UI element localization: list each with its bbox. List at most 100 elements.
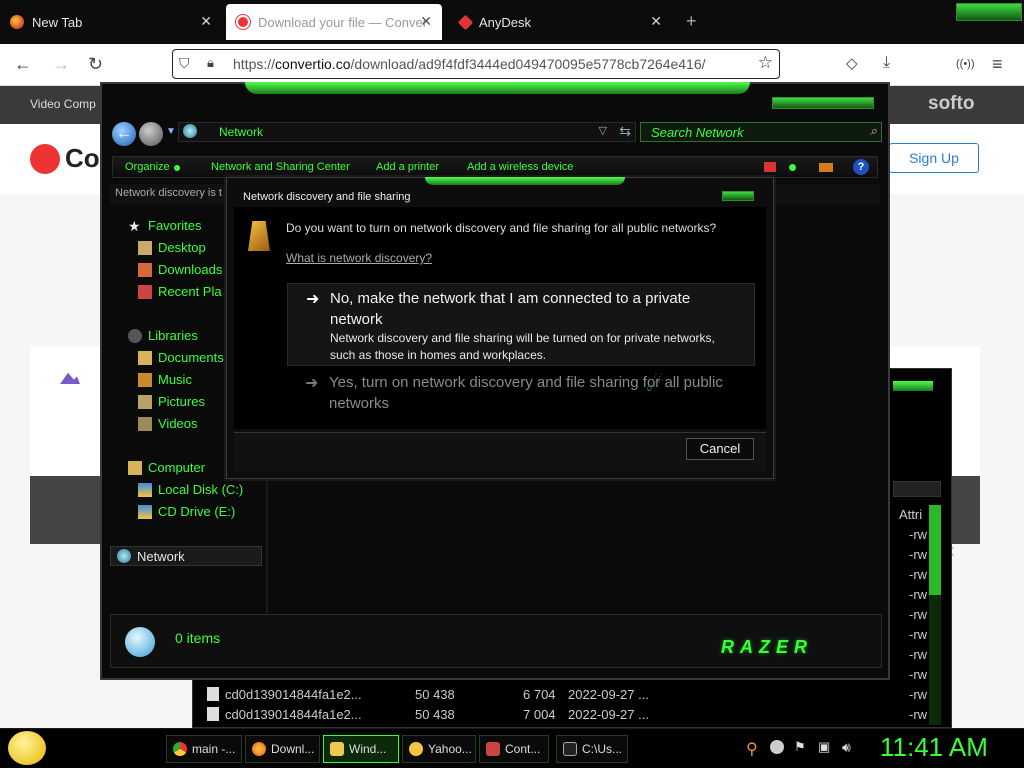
pictures-icon xyxy=(138,394,152,409)
taskbar-item-chrome[interactable]: main -... xyxy=(166,735,242,763)
view-dropdown[interactable] xyxy=(893,481,941,497)
help-link[interactable]: What is network discovery? xyxy=(286,251,432,265)
window-controls[interactable] xyxy=(893,381,933,391)
window-controls[interactable] xyxy=(772,97,874,109)
dropdown-dot-icon xyxy=(174,165,180,171)
chevron-down-icon[interactable]: ▽ xyxy=(599,124,607,137)
search-icon[interactable]: ⚲ xyxy=(746,739,758,759)
nav-local-disk[interactable]: Local Disk (C:) xyxy=(138,482,243,497)
search-icon[interactable]: ⌕ xyxy=(870,123,877,139)
details-pane: 0 items RAZER xyxy=(110,614,882,668)
nav-desktop[interactable]: Desktop xyxy=(138,240,206,255)
nav-network[interactable]: Network xyxy=(110,546,262,566)
nav-libraries[interactable]: Libraries xyxy=(128,328,198,343)
view-icon[interactable] xyxy=(764,162,776,172)
attr-cell: -rw xyxy=(909,547,928,562)
back-arrow-icon[interactable]: ← xyxy=(112,122,136,146)
option-title: No, make the network that I am connected… xyxy=(330,290,691,328)
file-icon xyxy=(207,687,219,701)
tab-new-tab[interactable]: New Tab ✕ xyxy=(0,4,222,40)
clock[interactable]: 11:41 AM xyxy=(880,732,988,763)
organize-menu[interactable]: Organize xyxy=(125,161,170,173)
attr-cell: -rw xyxy=(909,567,928,582)
network-tray-icon[interactable]: ▣ xyxy=(818,739,830,755)
tab-anydesk[interactable]: AnyDesk ✕ xyxy=(450,4,672,40)
address-bar[interactable]: Network ▽ ⇆ xyxy=(178,122,636,142)
nav-cd-drive[interactable]: CD Drive (E:) xyxy=(138,504,235,519)
shield-icon[interactable]: ⛉ xyxy=(179,55,190,72)
window-trim xyxy=(245,82,750,94)
taskbar-item-control-panel[interactable]: Cont... xyxy=(479,735,549,763)
pocket-icon[interactable]: ◇ xyxy=(846,54,858,72)
taskbar-item-explorer[interactable]: Wind... xyxy=(323,735,399,763)
table-row[interactable]: cd0d139014844fa1e2... 50 438 7 004 2022-… xyxy=(205,707,905,725)
tab-convertio[interactable]: Download your file — Convertio ✕ xyxy=(226,4,442,40)
nav-favorites[interactable]: ★ Favorites xyxy=(128,218,201,233)
nav-label: Pictures xyxy=(158,394,205,409)
lock-icon[interactable]: 🔒︎ xyxy=(207,55,214,71)
extension-icon[interactable]: ((•)) xyxy=(956,58,975,70)
start-button[interactable] xyxy=(8,731,46,765)
close-button[interactable] xyxy=(722,191,754,201)
anydesk-icon xyxy=(457,14,474,30)
add-printer-button[interactable]: Add a printer xyxy=(376,161,439,173)
table-row[interactable]: cd0d139014844fa1e2... 50 438 6 704 2022-… xyxy=(205,687,905,705)
nav-recent-places[interactable]: Recent Pla xyxy=(138,284,222,299)
search-input[interactable]: Search Network ⌕ xyxy=(640,122,882,142)
nav-computer[interactable]: Computer xyxy=(128,460,205,475)
preview-pane-icon[interactable] xyxy=(819,163,833,172)
dialog-question: Do you want to turn on network discovery… xyxy=(286,221,717,235)
flag-icon[interactable]: ⚑ xyxy=(794,739,806,755)
cancel-button[interactable]: Cancel xyxy=(686,438,754,460)
nav-documents[interactable]: Documents xyxy=(138,350,224,365)
nav-downloads[interactable]: Downloads xyxy=(138,262,222,277)
site-topbar-text: Video Comp xyxy=(30,97,96,111)
option-title: Yes, turn on network discovery and file … xyxy=(329,374,723,412)
help-icon[interactable]: ? xyxy=(853,159,869,175)
refresh-icon[interactable]: ⇆ xyxy=(619,123,631,140)
volume-icon[interactable]: 🔊︎ xyxy=(842,739,851,756)
razer-logo: RAZER xyxy=(721,637,813,657)
nav-pictures[interactable]: Pictures xyxy=(138,394,205,409)
attr-cell: -rw xyxy=(909,607,928,622)
forward-arrow-icon[interactable] xyxy=(139,122,163,146)
option-public-networks[interactable]: ➜ Yes, turn on network discovery and fil… xyxy=(287,372,755,418)
menu-icon[interactable]: ≡ xyxy=(992,54,1003,75)
taskbar-label: Yahoo... xyxy=(428,742,472,756)
scrollbar[interactable] xyxy=(929,505,941,725)
new-tab-icon[interactable]: + xyxy=(686,11,697,32)
attr-cell: -rw xyxy=(909,587,928,602)
option-private-network[interactable]: ➜ No, make the network that I am connect… xyxy=(287,283,755,366)
softo-logo: softo xyxy=(928,93,975,114)
download-icon[interactable]: ⤓ xyxy=(883,54,890,72)
signup-button[interactable]: Sign Up xyxy=(889,143,979,173)
taskbar-item-firefox[interactable]: Downl... xyxy=(245,735,320,763)
forward-arrow-icon[interactable]: → xyxy=(52,54,70,75)
item-count: 0 items xyxy=(175,630,221,646)
network-sharing-center-button[interactable]: Network and Sharing Center xyxy=(211,161,350,173)
close-tab-icon[interactable]: ✕ xyxy=(200,13,212,30)
attr-cell: -rw xyxy=(909,627,928,642)
nav-videos[interactable]: Videos xyxy=(138,416,198,431)
close-tab-icon[interactable]: ✕ xyxy=(650,13,662,30)
nav-music[interactable]: Music xyxy=(138,372,192,387)
minus-circle-icon[interactable] xyxy=(770,740,784,754)
taskbar-label: main -... xyxy=(192,742,236,756)
back-arrow-icon[interactable]: ← xyxy=(14,54,32,75)
desktop-icon xyxy=(138,240,152,255)
taskbar-item-cmd[interactable]: C:\Us... xyxy=(556,735,628,763)
window-controls[interactable] xyxy=(956,3,1022,21)
add-wireless-device-button[interactable]: Add a wireless device xyxy=(467,161,573,173)
attr-cell: -rw xyxy=(909,527,928,542)
bookmark-star-icon[interactable]: ☆ xyxy=(758,53,773,73)
chevron-down-icon[interactable]: ▼ xyxy=(166,126,176,137)
taskbar-item-yahoo[interactable]: Yahoo... xyxy=(402,735,476,763)
reload-icon[interactable]: ↻ xyxy=(88,54,103,75)
dialog-title: Network discovery and file sharing xyxy=(243,191,411,203)
file-packed: 7 004 xyxy=(523,707,556,722)
tab-label: AnyDesk xyxy=(479,14,532,30)
url-bar[interactable]: ⛉ 🔒︎ https://convertio.co/download/ad9f4… xyxy=(172,49,780,79)
documents-icon xyxy=(138,350,152,365)
close-tab-icon[interactable]: ✕ xyxy=(420,13,432,30)
column-header-attributes[interactable]: Attri xyxy=(899,507,922,522)
